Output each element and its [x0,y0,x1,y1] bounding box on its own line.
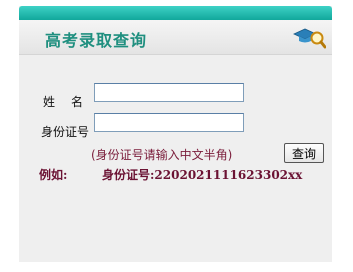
id-number-label: 身份证号 [41,125,90,139]
query-panel: 高考录取查询 姓名 身份证号 (身份证号请输入中文半角) 查询 例如: 身份证号… [19,6,332,262]
id-format-hint: (身份证号请输入中文半角) [91,148,233,162]
id-number-input[interactable] [94,113,244,132]
example-value: 身份证号:2202021111623302xx [102,168,303,182]
example-label: 例如: [39,168,68,182]
query-button[interactable]: 查询 [284,143,324,163]
page-title: 高考录取查询 [45,31,148,50]
name-input[interactable] [94,83,244,102]
panel-header: 高考录取查询 [19,20,332,55]
name-label: 姓名 [43,95,100,109]
graduation-cap-magnifier-icon [293,28,326,49]
top-accent-bar [19,6,332,20]
